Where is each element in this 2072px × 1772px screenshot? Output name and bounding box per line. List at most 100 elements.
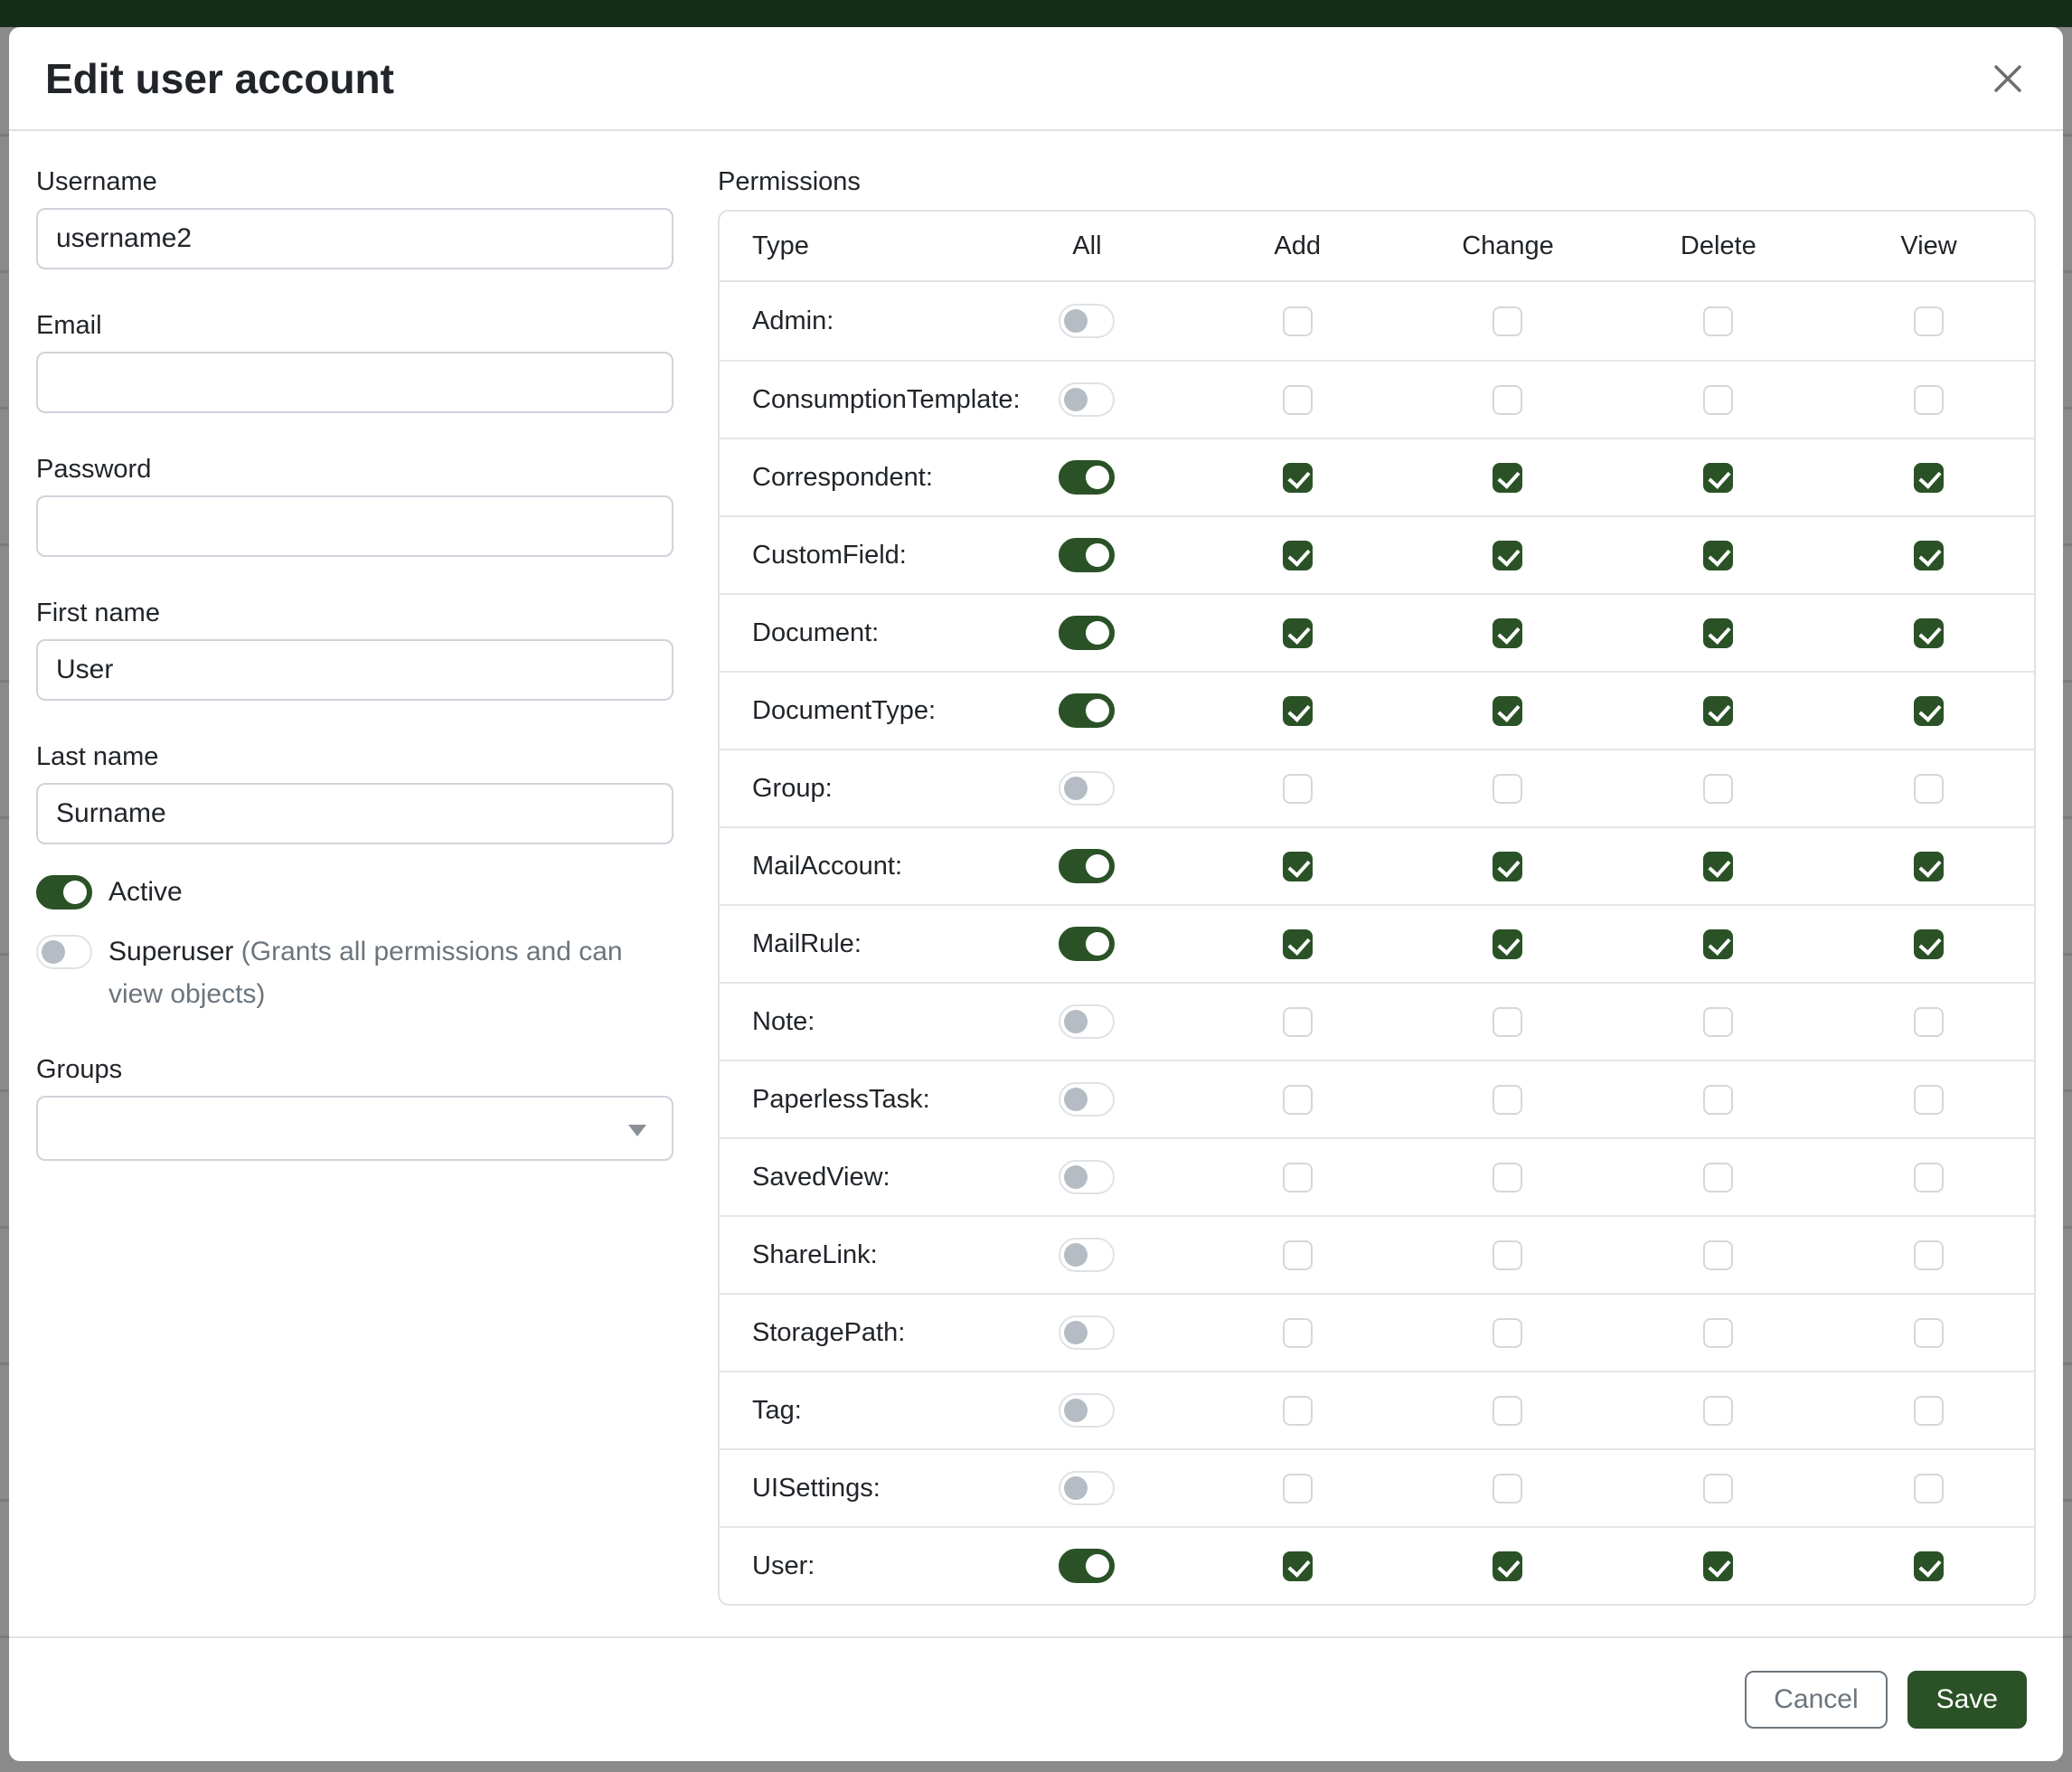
permission-type-label: PaperlessTask: (752, 1085, 930, 1115)
permission-add-checkbox[interactable] (1283, 1163, 1313, 1192)
permission-delete-checkbox[interactable] (1703, 541, 1733, 570)
permission-all-toggle[interactable] (1059, 927, 1115, 961)
permission-change-checkbox[interactable] (1493, 1396, 1522, 1426)
permission-row: DocumentType: (720, 671, 2034, 749)
first-name-input[interactable] (36, 639, 673, 701)
permission-add-checkbox[interactable] (1283, 1396, 1313, 1426)
permission-delete-checkbox[interactable] (1703, 1007, 1733, 1037)
permission-add-checkbox[interactable] (1283, 1240, 1313, 1270)
permission-view-checkbox[interactable] (1914, 1551, 1944, 1581)
permission-type-label: StoragePath: (752, 1318, 905, 1348)
permission-view-checkbox[interactable] (1914, 463, 1944, 493)
permission-delete-checkbox[interactable] (1703, 1240, 1733, 1270)
permission-all-toggle[interactable] (1059, 382, 1115, 417)
permission-change-checkbox[interactable] (1493, 541, 1522, 570)
last-name-input[interactable] (36, 783, 673, 844)
permission-view-checkbox[interactable] (1914, 1240, 1944, 1270)
permission-delete-checkbox[interactable] (1703, 696, 1733, 726)
permission-view-checkbox[interactable] (1914, 852, 1944, 881)
permission-change-checkbox[interactable] (1493, 1007, 1522, 1037)
permission-add-checkbox[interactable] (1283, 463, 1313, 493)
permission-all-toggle[interactable] (1059, 1238, 1115, 1272)
permission-change-checkbox[interactable] (1493, 852, 1522, 881)
permission-delete-checkbox[interactable] (1703, 1474, 1733, 1503)
permission-add-checkbox[interactable] (1283, 1007, 1313, 1037)
permission-change-checkbox[interactable] (1493, 1163, 1522, 1192)
permission-view-checkbox[interactable] (1914, 929, 1944, 959)
permission-delete-checkbox[interactable] (1703, 618, 1733, 648)
permission-delete-checkbox[interactable] (1703, 1085, 1733, 1115)
permission-add-checkbox[interactable] (1283, 541, 1313, 570)
permission-add-checkbox[interactable] (1283, 1318, 1313, 1348)
permission-type-label: ConsumptionTemplate: (752, 385, 1021, 415)
permission-delete-checkbox[interactable] (1703, 929, 1733, 959)
username-input[interactable] (36, 208, 673, 269)
permission-delete-checkbox[interactable] (1703, 1551, 1733, 1581)
permission-all-toggle[interactable] (1059, 1549, 1115, 1583)
email-input[interactable] (36, 352, 673, 413)
permission-change-checkbox[interactable] (1493, 1085, 1522, 1115)
permission-change-checkbox[interactable] (1493, 463, 1522, 493)
permission-view-checkbox[interactable] (1914, 1007, 1944, 1037)
permission-view-checkbox[interactable] (1914, 1396, 1944, 1426)
permission-delete-checkbox[interactable] (1703, 1318, 1733, 1348)
permission-add-checkbox[interactable] (1283, 1085, 1313, 1115)
active-toggle[interactable] (36, 875, 92, 910)
permission-change-checkbox[interactable] (1493, 618, 1522, 648)
permission-change-checkbox[interactable] (1493, 774, 1522, 804)
permission-all-toggle[interactable] (1059, 538, 1115, 572)
permission-add-checkbox[interactable] (1283, 1474, 1313, 1503)
permission-change-checkbox[interactable] (1493, 1551, 1522, 1581)
permission-delete-checkbox[interactable] (1703, 463, 1733, 493)
permission-change-checkbox[interactable] (1493, 1318, 1522, 1348)
permission-add-checkbox[interactable] (1283, 1551, 1313, 1581)
permission-add-checkbox[interactable] (1283, 929, 1313, 959)
permission-all-toggle[interactable] (1059, 1315, 1115, 1350)
permission-change-checkbox[interactable] (1493, 306, 1522, 336)
permission-delete-checkbox[interactable] (1703, 1396, 1733, 1426)
permission-all-toggle[interactable] (1059, 771, 1115, 806)
permission-all-toggle[interactable] (1059, 460, 1115, 495)
superuser-toggle[interactable] (36, 935, 92, 969)
permission-view-checkbox[interactable] (1914, 618, 1944, 648)
permission-delete-checkbox[interactable] (1703, 385, 1733, 415)
permission-view-checkbox[interactable] (1914, 696, 1944, 726)
permission-change-checkbox[interactable] (1493, 696, 1522, 726)
permission-change-checkbox[interactable] (1493, 385, 1522, 415)
permission-view-checkbox[interactable] (1914, 1085, 1944, 1115)
permission-add-checkbox[interactable] (1283, 696, 1313, 726)
permission-delete-checkbox[interactable] (1703, 774, 1733, 804)
permission-change-checkbox[interactable] (1493, 1474, 1522, 1503)
permission-view-checkbox[interactable] (1914, 774, 1944, 804)
permission-view-checkbox[interactable] (1914, 385, 1944, 415)
permission-all-toggle[interactable] (1059, 849, 1115, 883)
permission-view-checkbox[interactable] (1914, 1318, 1944, 1348)
permission-delete-checkbox[interactable] (1703, 1163, 1733, 1192)
permission-view-checkbox[interactable] (1914, 1474, 1944, 1503)
permission-all-toggle[interactable] (1059, 304, 1115, 338)
permission-change-checkbox[interactable] (1493, 1240, 1522, 1270)
password-input[interactable] (36, 495, 673, 557)
permission-view-checkbox[interactable] (1914, 306, 1944, 336)
permission-delete-checkbox[interactable] (1703, 852, 1733, 881)
permission-add-checkbox[interactable] (1283, 618, 1313, 648)
permission-all-toggle[interactable] (1059, 693, 1115, 728)
permission-add-checkbox[interactable] (1283, 306, 1313, 336)
permission-all-toggle[interactable] (1059, 1160, 1115, 1194)
groups-select[interactable] (36, 1096, 673, 1161)
permission-all-toggle[interactable] (1059, 1004, 1115, 1039)
permission-delete-checkbox[interactable] (1703, 306, 1733, 336)
permission-all-toggle[interactable] (1059, 616, 1115, 650)
permission-all-toggle[interactable] (1059, 1393, 1115, 1428)
permission-change-checkbox[interactable] (1493, 929, 1522, 959)
permission-add-checkbox[interactable] (1283, 852, 1313, 881)
permission-view-checkbox[interactable] (1914, 1163, 1944, 1192)
permission-view-checkbox[interactable] (1914, 541, 1944, 570)
permission-all-toggle[interactable] (1059, 1471, 1115, 1505)
permission-add-checkbox[interactable] (1283, 385, 1313, 415)
save-button[interactable]: Save (1907, 1671, 2027, 1729)
close-button[interactable] (1985, 56, 2030, 104)
permission-add-checkbox[interactable] (1283, 774, 1313, 804)
cancel-button[interactable]: Cancel (1745, 1671, 1887, 1729)
permission-all-toggle[interactable] (1059, 1082, 1115, 1117)
